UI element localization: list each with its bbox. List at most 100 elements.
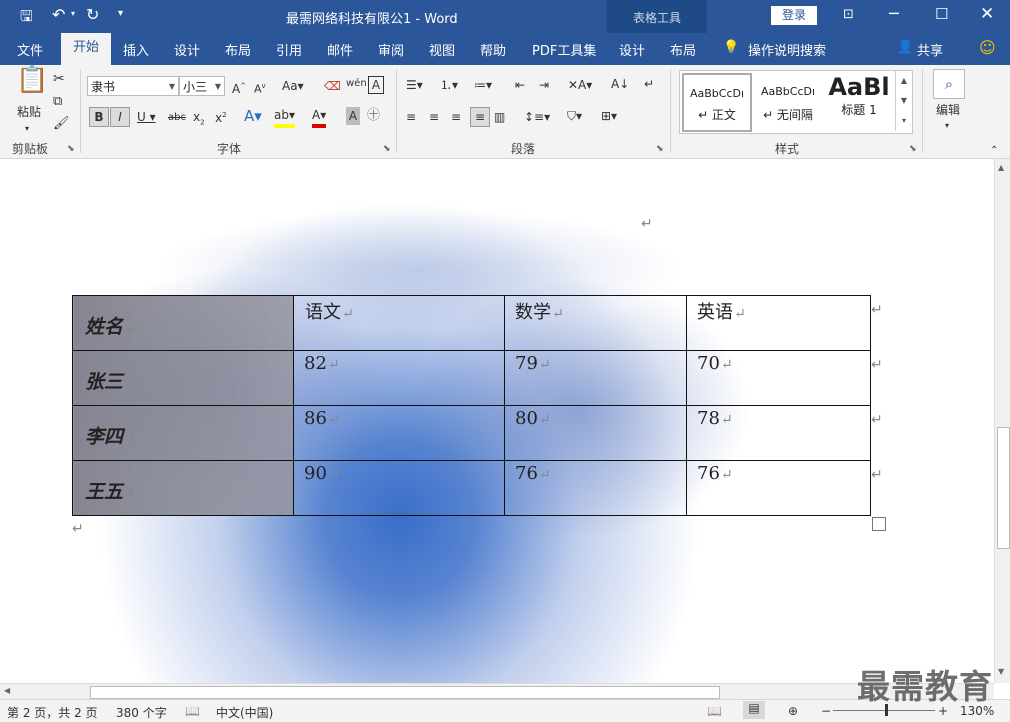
- table-cell[interactable]: 数学↵: [504, 295, 687, 351]
- zoom-slider[interactable]: [833, 710, 935, 711]
- line-spacing-icon[interactable]: ↕≡▾: [524, 108, 550, 126]
- tab-review[interactable]: 审阅: [378, 40, 404, 59]
- numbering-icon[interactable]: ⒈▾: [440, 76, 458, 94]
- print-layout-icon[interactable]: ▤: [743, 701, 765, 719]
- align-left-icon[interactable]: ≡: [406, 108, 416, 126]
- table-cell[interactable]: 82↵: [293, 350, 505, 406]
- table-cell[interactable]: 86↵: [293, 405, 505, 461]
- superscript-button[interactable]: x2: [215, 106, 227, 127]
- table-cell[interactable]: 英语↵: [686, 295, 871, 351]
- style-normal[interactable]: AaBbCcDı ↵ 正文: [682, 73, 752, 132]
- vertical-scroll-thumb[interactable]: [997, 427, 1010, 549]
- font-size-combo[interactable]: 小三 ▼: [179, 76, 225, 96]
- enclose-characters-icon[interactable]: ㊉: [367, 107, 380, 125]
- table-cell[interactable]: 79↵: [504, 350, 687, 406]
- save-icon[interactable]: 🖫: [20, 6, 33, 31]
- word-count[interactable]: 380 个字: [116, 704, 167, 721]
- shrink-font-icon[interactable]: Av: [254, 77, 266, 99]
- undo-dropdown-icon[interactable]: ▾: [71, 9, 75, 18]
- person-icon[interactable]: 👤: [897, 40, 913, 55]
- table-cell[interactable]: 76↵: [504, 460, 687, 516]
- paste-icon[interactable]: 📋: [16, 67, 48, 93]
- styles-scroll[interactable]: ▲ ▼ ▾: [895, 71, 912, 131]
- tell-me-search[interactable]: 操作说明搜索: [748, 40, 826, 59]
- redo-icon[interactable]: ↻: [86, 5, 99, 24]
- collapse-ribbon-icon[interactable]: ⌃: [990, 142, 998, 160]
- tab-file[interactable]: 文件: [17, 40, 43, 59]
- tab-home[interactable]: 开始: [61, 33, 111, 65]
- bold-button[interactable]: B: [89, 107, 109, 127]
- undo-icon[interactable]: ↶: [52, 5, 65, 24]
- borders-icon[interactable]: ⊞▾: [601, 107, 617, 125]
- share-button[interactable]: 共享: [917, 40, 943, 59]
- horizontal-scroll-thumb[interactable]: [90, 686, 720, 699]
- grow-font-icon[interactable]: A^: [232, 77, 246, 98]
- customize-qat-icon[interactable]: ▾: [118, 8, 123, 19]
- subscript-button[interactable]: x2: [193, 108, 205, 131]
- styles-launcher-icon[interactable]: ⬊: [909, 144, 917, 154]
- asian-layout-icon[interactable]: ✕A▾: [568, 76, 592, 94]
- login-button[interactable]: 登录: [771, 6, 817, 25]
- cut-icon[interactable]: ✂: [53, 70, 65, 88]
- vertical-scrollbar[interactable]: ▲ ▼: [994, 159, 1010, 683]
- tab-design[interactable]: 设计: [174, 40, 200, 59]
- proofing-icon[interactable]: 📖: [185, 704, 200, 718]
- table-cell[interactable]: 70↵: [686, 350, 871, 406]
- italic-button[interactable]: I: [110, 107, 130, 127]
- read-mode-icon[interactable]: 📖: [707, 704, 722, 718]
- tab-help[interactable]: 帮助: [480, 40, 506, 59]
- score-table[interactable]: 姓名↵ 语文↵ 数学↵ 英语↵ 张三↵ 82↵ 79↵ 70↵ 李四↵ 86↵ …: [72, 295, 871, 516]
- editing-dropdown-icon[interactable]: ▾: [945, 117, 949, 135]
- tab-references[interactable]: 引用: [276, 40, 302, 59]
- shading-icon[interactable]: ⛉▾: [567, 107, 582, 125]
- font-color-icon[interactable]: A▾: [312, 106, 327, 128]
- distributed-icon[interactable]: ▥: [494, 108, 505, 126]
- font-launcher-icon[interactable]: ⬊: [383, 144, 391, 154]
- tab-table-layout[interactable]: 布局: [670, 40, 696, 59]
- clipboard-launcher-icon[interactable]: ⬊: [67, 144, 75, 154]
- chevron-down-icon[interactable]: ▼: [896, 91, 912, 111]
- chevron-up-icon[interactable]: ▲: [896, 71, 912, 91]
- show-marks-icon[interactable]: ↵: [644, 75, 654, 93]
- language[interactable]: 中文(中国): [216, 704, 273, 721]
- table-cell[interactable]: 语文↵: [293, 295, 505, 351]
- justify-icon[interactable]: ≡: [470, 107, 490, 127]
- table-cell[interactable]: 90↵: [293, 460, 505, 516]
- scroll-down-icon[interactable]: ▼: [998, 667, 1004, 676]
- lightbulb-icon[interactable]: 💡: [723, 40, 739, 55]
- close-icon[interactable]: ✕: [980, 4, 994, 24]
- table-cell[interactable]: 80↵: [504, 405, 687, 461]
- clear-formatting-icon[interactable]: ⌫: [324, 77, 341, 95]
- table-cell[interactable]: 78↵: [686, 405, 871, 461]
- text-effects-icon[interactable]: A▾: [244, 107, 262, 125]
- table-cell[interactable]: 王五↵: [72, 460, 294, 516]
- scroll-left-icon[interactable]: ◀: [4, 686, 10, 695]
- horizontal-scrollbar[interactable]: ◀: [0, 683, 994, 700]
- copy-icon[interactable]: ⧉: [53, 93, 62, 111]
- web-layout-icon[interactable]: ⊕: [788, 704, 798, 718]
- tab-mailings[interactable]: 邮件: [327, 40, 353, 59]
- paragraph-launcher-icon[interactable]: ⬊: [656, 144, 664, 154]
- bullets-icon[interactable]: ☰▾: [406, 76, 423, 94]
- format-painter-icon[interactable]: 🖌: [53, 115, 70, 133]
- align-right-icon[interactable]: ≡: [451, 108, 461, 126]
- font-name-combo[interactable]: 隶书 ▼: [87, 76, 179, 96]
- tab-table-design[interactable]: 设计: [619, 40, 645, 59]
- table-cell[interactable]: 姓名↵: [72, 295, 294, 351]
- sort-icon[interactable]: A↓: [611, 75, 629, 93]
- maximize-icon[interactable]: ☐: [935, 5, 948, 23]
- table-cell[interactable]: 张三↵: [72, 350, 294, 406]
- tab-insert[interactable]: 插入: [123, 40, 149, 59]
- strikethrough-button[interactable]: abc: [168, 109, 186, 127]
- more-icon[interactable]: ▾: [896, 111, 912, 131]
- phonetic-guide-icon[interactable]: wén: [346, 75, 367, 93]
- multilevel-list-icon[interactable]: ≔▾: [474, 76, 492, 94]
- table-cell[interactable]: 76↵: [686, 460, 871, 516]
- document-canvas[interactable]: ↵ 姓名↵ 语文↵ 数学↵ 英语↵ 张三↵ 82↵ 79↵ 70↵ 李四↵ 86…: [0, 159, 994, 683]
- tab-view[interactable]: 视图: [429, 40, 455, 59]
- table-cell[interactable]: 李四↵: [72, 405, 294, 461]
- table-resize-handle[interactable]: [872, 517, 886, 531]
- tab-layout[interactable]: 布局: [225, 40, 251, 59]
- style-heading-1[interactable]: AaBl 标题 1: [828, 73, 890, 128]
- minimize-icon[interactable]: ─: [889, 4, 899, 23]
